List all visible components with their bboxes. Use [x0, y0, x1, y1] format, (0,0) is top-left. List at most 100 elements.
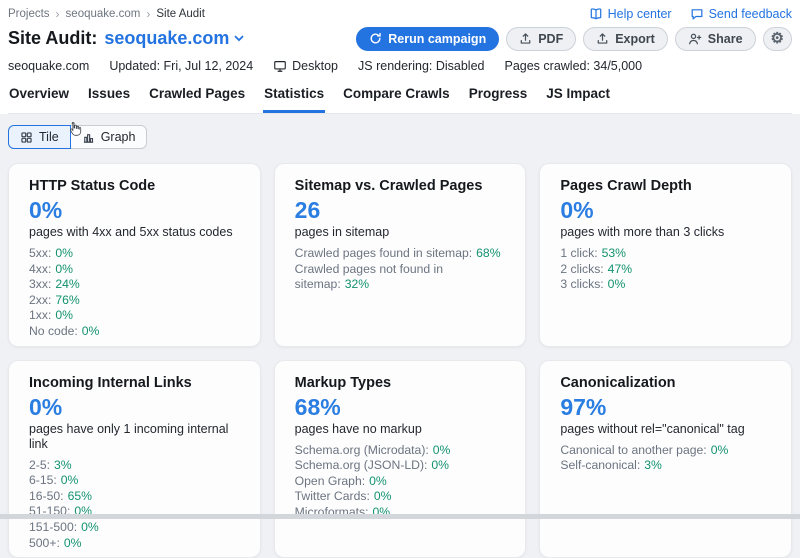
stat-item: 2-5:3% — [29, 458, 240, 474]
tile-subtitle: pages have no markup — [295, 422, 506, 437]
stat-item: 6-15: 0% — [29, 473, 240, 489]
tab-js-impact[interactable]: JS Impact — [545, 84, 611, 113]
stat-item: 4xx:0% — [29, 262, 240, 278]
stat-tiles-grid: HTTP Status Code 0% pages with 4xx and 5… — [8, 163, 792, 558]
stat-item-label: 6-15: — [29, 473, 57, 487]
tab-progress[interactable]: Progress — [468, 84, 529, 113]
tile-main-value[interactable]: 0% — [29, 198, 240, 222]
stat-item-value[interactable]: 0% — [81, 520, 99, 534]
stat-item-value[interactable]: 0% — [55, 246, 73, 260]
help-center-label: Help center — [608, 7, 672, 21]
tab-crawled-pages[interactable]: Crawled Pages — [148, 84, 246, 113]
stat-item-label: Crawled pages found in sitemap: — [295, 246, 473, 260]
tab-compare-crawls[interactable]: Compare Crawls — [342, 84, 451, 113]
export-label: Export — [615, 32, 655, 46]
meta-device-label: Desktop — [292, 59, 338, 73]
statistics-content: Tile Graph HTTP Status Code 0% pages wit… — [0, 114, 800, 558]
tab-overview[interactable]: Overview — [8, 84, 70, 113]
stat-item-value[interactable]: 0% — [431, 458, 449, 472]
tile-main-value[interactable]: 0% — [560, 198, 771, 222]
stat-item-label: Self-canonical: — [560, 458, 640, 472]
tab-statistics[interactable]: Statistics — [263, 84, 325, 113]
stat-item-label: 151-500: — [29, 520, 77, 534]
export-up-icon — [519, 32, 532, 45]
page-title-prefix: Site Audit: — [8, 28, 97, 49]
stat-item-value[interactable]: 0% — [61, 473, 79, 487]
pdf-button[interactable]: PDF — [506, 27, 576, 51]
stat-item-label: 500+: — [29, 536, 60, 550]
export-button[interactable]: Export — [583, 27, 668, 51]
stat-item: Twitter Cards: 0% — [295, 489, 506, 505]
desktop-monitor-icon — [273, 59, 287, 73]
stat-item: Schema.org (JSON-LD):0% — [295, 458, 506, 474]
stat-item: Open Graph:0% — [295, 474, 506, 490]
tile-markup-types: Markup Types 68% pages have no markup Sc… — [274, 360, 527, 558]
tile-view-button[interactable]: Tile — [8, 125, 71, 149]
stat-item-label: Schema.org (JSON-LD): — [295, 458, 428, 472]
stat-item: 2 clicks:47% — [560, 262, 771, 278]
tile-main-value[interactable]: 97% — [560, 395, 771, 419]
tile-subtitle: pages in sitemap — [295, 225, 506, 240]
stat-item-value[interactable]: 0% — [369, 474, 387, 488]
stat-item-value[interactable]: 65% — [68, 489, 92, 503]
breadcrumb-separator-icon: › — [146, 7, 150, 21]
stat-item-value[interactable]: 47% — [608, 262, 632, 276]
stat-item-value[interactable]: 3% — [54, 458, 72, 472]
tile-http-status-code: HTTP Status Code 0% pages with 4xx and 5… — [8, 163, 261, 347]
stat-item-value[interactable]: 0% — [55, 262, 73, 276]
stat-item-label: Schema.org (Microdata): — [295, 443, 429, 457]
stat-item-value[interactable]: 0% — [433, 443, 451, 457]
breadcrumb-projects[interactable]: Projects — [8, 8, 50, 20]
stat-item: 2xx:76% — [29, 293, 240, 309]
stat-item: 3 clicks:0% — [560, 277, 771, 293]
rerun-campaign-button[interactable]: Rerun campaign — [356, 27, 499, 51]
help-center-link[interactable]: Help center — [589, 7, 672, 21]
stat-item: 1 click: 53% — [560, 246, 771, 262]
graph-view-button[interactable]: Graph — [70, 125, 148, 149]
window-bottom-edge — [0, 514, 800, 519]
tile-stat-list: Canonical to another page:0% Self-canoni… — [560, 443, 771, 474]
stat-item-label: 1xx: — [29, 308, 51, 322]
tile-title: Canonicalization — [560, 375, 771, 392]
tile-main-value[interactable]: 0% — [29, 395, 240, 419]
stat-item-label: Twitter Cards: — [295, 489, 370, 503]
export-up-icon — [596, 32, 609, 45]
stat-item-value[interactable]: 76% — [55, 293, 79, 307]
stat-item-value[interactable]: 0% — [374, 489, 392, 503]
stat-item: Canonical to another page:0% — [560, 443, 771, 459]
tile-subtitle: pages with 4xx and 5xx status codes — [29, 225, 240, 240]
share-button[interactable]: Share — [675, 27, 756, 51]
campaign-selector[interactable]: seoquake.com — [104, 28, 244, 49]
settings-button[interactable]: ⚙ — [763, 27, 792, 51]
tile-main-value[interactable]: 26 — [295, 198, 506, 222]
tile-subtitle: pages have only 1 incoming internal link — [29, 422, 240, 452]
stat-item-value[interactable]: 0% — [64, 536, 82, 550]
view-toggle: Tile Graph — [8, 125, 792, 149]
stat-item-label: 16-50: — [29, 489, 64, 503]
stat-item-value[interactable]: 0% — [711, 443, 729, 457]
stat-item: 3xx:24% — [29, 277, 240, 293]
stat-item-value[interactable]: 3% — [644, 458, 662, 472]
stat-item-value[interactable]: 24% — [55, 277, 79, 291]
stat-item-label: 1 click: — [560, 246, 597, 260]
stat-item-label: 5xx: — [29, 246, 51, 260]
meta-js-rendering: JS rendering: Disabled — [358, 59, 484, 73]
stat-item-value[interactable]: 0% — [608, 277, 626, 291]
tile-subtitle: pages without rel="canonical" tag — [560, 422, 771, 437]
stat-item-value[interactable]: 68% — [476, 246, 500, 260]
share-label: Share — [708, 32, 743, 46]
stat-item-value[interactable]: 53% — [602, 246, 626, 260]
speech-bubble-icon — [690, 7, 704, 21]
stat-item-value[interactable]: 0% — [82, 324, 100, 338]
tile-incoming-internal-links: Incoming Internal Links 0% pages have on… — [8, 360, 261, 558]
stat-item-value[interactable]: 0% — [55, 308, 73, 322]
meta-pages-crawled: Pages crawled: 34/5,000 — [504, 59, 642, 73]
breadcrumb-domain[interactable]: seoquake.com — [66, 8, 141, 20]
tile-main-value[interactable]: 68% — [295, 395, 506, 419]
pdf-label: PDF — [538, 32, 563, 46]
send-feedback-link[interactable]: Send feedback — [690, 7, 792, 21]
stat-item-value[interactable]: 32% — [345, 277, 369, 291]
tab-issues[interactable]: Issues — [87, 84, 131, 113]
book-icon — [589, 7, 603, 21]
tile-grid-icon — [20, 131, 33, 144]
